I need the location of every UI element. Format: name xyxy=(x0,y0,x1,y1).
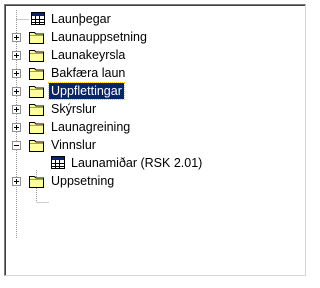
tree-item-label: Skýrslur xyxy=(51,102,97,116)
tree-item-launagreining[interactable]: Launagreining xyxy=(5,117,295,137)
tree-item-skyrslur[interactable]: Skýrslur xyxy=(5,99,295,119)
folder-icon xyxy=(29,102,45,116)
expand-icon[interactable] xyxy=(12,33,21,42)
tree-item-label: Launþegar xyxy=(51,12,111,26)
navigation-tree[interactable]: Launþegar Launauppsetning Launakeyrsla B… xyxy=(4,4,306,276)
table-icon xyxy=(51,156,65,169)
tree-item-label: Uppsetning xyxy=(51,174,115,188)
tree-item-label: Launakeyrsla xyxy=(51,48,126,62)
tree-item-launamidar[interactable]: Launamiðar (RSK 2.01) xyxy=(5,153,295,173)
folder-icon xyxy=(29,84,45,98)
tree-item-uppflettingar[interactable]: Uppflettingar xyxy=(5,81,295,101)
folder-icon xyxy=(29,48,45,62)
folder-icon xyxy=(29,66,45,80)
tree-item-bakfaera-laun[interactable]: Bakfæra laun xyxy=(5,63,295,83)
tree-item-uppsetning[interactable]: Uppsetning xyxy=(5,171,295,191)
folder-icon xyxy=(29,30,45,44)
folder-icon xyxy=(29,120,45,134)
expand-icon[interactable] xyxy=(12,87,21,96)
expand-icon[interactable] xyxy=(12,177,21,186)
tree-item-label: Bakfæra laun xyxy=(51,66,126,80)
tree-item-label: Vinnslur xyxy=(51,138,96,152)
tree-item-launauppsetning[interactable]: Launauppsetning xyxy=(5,27,295,47)
table-icon xyxy=(31,12,45,25)
tree-item-label: Launagreining xyxy=(51,120,131,134)
folder-icon xyxy=(29,174,45,188)
tree-item-label: Uppflettingar xyxy=(48,82,125,100)
tree-item-label: Launauppsetning xyxy=(51,30,147,44)
expand-icon[interactable] xyxy=(12,105,21,114)
collapse-icon[interactable] xyxy=(12,141,21,150)
expand-icon[interactable] xyxy=(12,69,21,78)
expand-icon[interactable] xyxy=(12,123,21,132)
expand-icon[interactable] xyxy=(12,51,21,60)
tree-item-launthegar[interactable]: Launþegar xyxy=(5,9,295,29)
tree-item-launakeyrsla[interactable]: Launakeyrsla xyxy=(5,45,295,65)
folder-icon xyxy=(29,138,45,152)
tree-item-vinnslur[interactable]: Vinnslur xyxy=(5,135,295,155)
tree-item-label: Launamiðar (RSK 2.01) xyxy=(71,156,203,170)
